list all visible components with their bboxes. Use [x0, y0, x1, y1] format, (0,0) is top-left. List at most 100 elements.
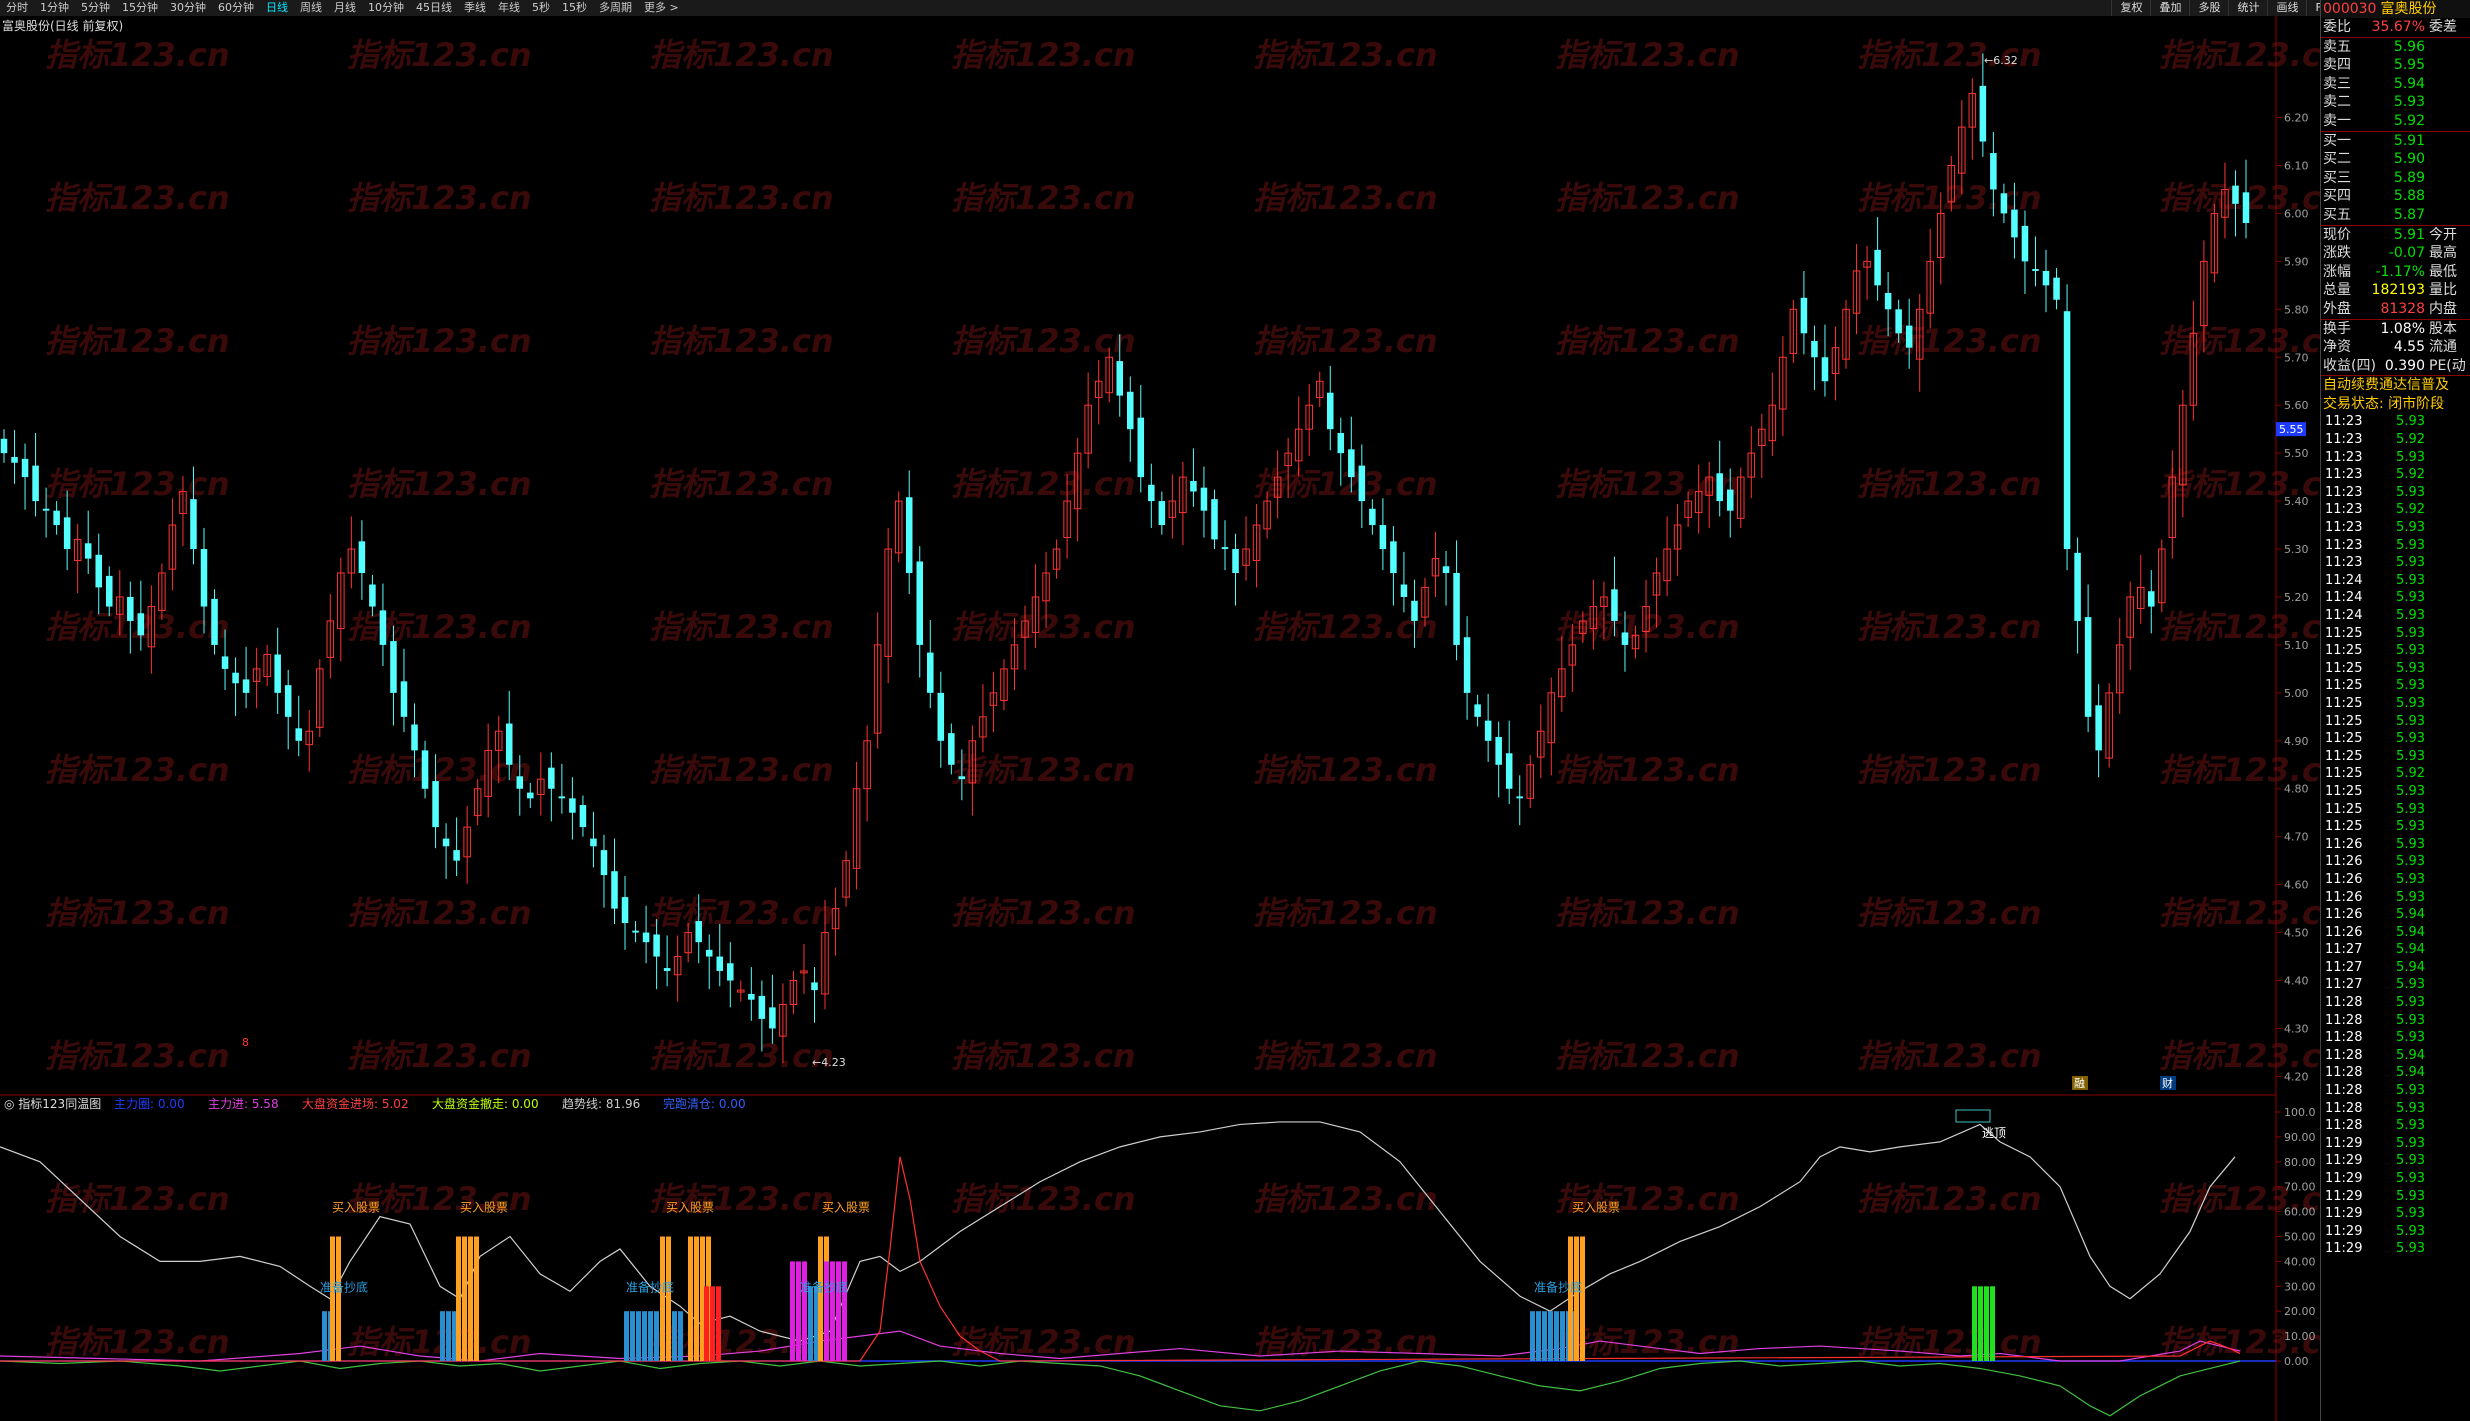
toolbar-button[interactable]: 复权	[2111, 0, 2150, 16]
timeframe-tab[interactable]: 日线	[260, 0, 294, 16]
watermark-text: 指标123.cn	[45, 179, 230, 217]
price-tick-label: 5.10	[2284, 639, 2309, 652]
candle-body-down	[2242, 192, 2250, 224]
tick-row: 11:25 5.93	[2321, 695, 2470, 713]
candle-body-down	[1874, 249, 1881, 286]
watermark-text: 指标123.cn	[1555, 36, 1740, 74]
row-label: 换手	[2323, 320, 2351, 337]
event-marker[interactable]: 财	[2162, 1076, 2173, 1090]
timeframe-tab[interactable]: 5秒	[526, 0, 556, 16]
timeframe-tab[interactable]: 更多 >	[638, 0, 685, 16]
candle-body-down	[527, 792, 534, 799]
timeframe-tab[interactable]: 1分钟	[34, 0, 75, 16]
buy-bar	[660, 1236, 665, 1361]
timeframe-tab[interactable]: 季线	[458, 0, 492, 16]
indicator-name[interactable]: ◎ 指标123同温图	[4, 1096, 101, 1111]
timeframe-tab[interactable]: 15分钟	[116, 0, 164, 16]
candle-body-down	[1800, 297, 1808, 334]
toolbar-button[interactable]: 画线	[2267, 0, 2306, 16]
bid-row: 买三 5.89	[2321, 169, 2470, 188]
watermark-text: 指标123.cn	[1555, 322, 1740, 360]
tick-price: 5.93	[2396, 977, 2425, 993]
tick-row: 11:28 5.93	[2321, 1082, 2470, 1100]
tick-time: 11:23	[2325, 449, 2363, 465]
watermark-text: 指标123.cn	[1253, 1037, 1438, 1075]
tick-price: 5.93	[2396, 1100, 2425, 1116]
escape-bar	[1990, 1286, 1995, 1361]
timeframe-tab[interactable]: 15秒	[556, 0, 593, 16]
timeframe-tab[interactable]: 60分钟	[212, 0, 260, 16]
event-marker[interactable]: 8	[242, 1036, 249, 1049]
timeframe-tab[interactable]: 45日线	[410, 0, 458, 16]
chart-area[interactable]: 指标123.cn 指标123.cn 指标123.cn 指标123.cn 指标123.cn…	[0, 16, 2320, 1421]
event-marker[interactable]: 融	[2074, 1077, 2085, 1090]
tick-time: 11:23	[2325, 467, 2363, 483]
timeframe-tab[interactable]: 分时	[0, 0, 34, 16]
watermark-text: 指标123.cn	[347, 36, 532, 74]
timeframe-tab[interactable]: 多周期	[593, 0, 638, 16]
tick-time: 11:29	[2325, 1171, 2363, 1186]
candle-body-down	[211, 598, 218, 645]
prepare-bar	[1554, 1311, 1559, 1361]
tick-row: 11:28 5.93	[2321, 1012, 2470, 1030]
watermark-text: 指标123.cn	[1253, 322, 1438, 360]
candle-body-down	[579, 805, 587, 828]
tick-time: 11:25	[2325, 713, 2363, 729]
tick-row: 11:25 5.93	[2321, 713, 2470, 731]
buy-signal-label: 买入股票	[822, 1201, 870, 1215]
candle-body-down	[548, 767, 555, 789]
candle-body-down	[2063, 311, 2071, 550]
prepare-bar	[672, 1311, 677, 1361]
candle-body-down	[379, 610, 387, 645]
timeframe-tab[interactable]: 5分钟	[75, 0, 116, 16]
toolbar-button[interactable]: 多股	[2189, 0, 2228, 16]
candle-body-down	[1611, 589, 1618, 621]
tick-row: 11:25 5.93	[2321, 642, 2470, 660]
row-label: 涨跌	[2323, 245, 2351, 262]
ask-row: 卖一 5.92	[2321, 112, 2470, 131]
candle-body-down	[0, 438, 8, 454]
ask-row: 卖三 5.94	[2321, 75, 2470, 94]
row-value: 35.67%	[2371, 19, 2425, 35]
candle-body-down	[748, 993, 755, 1000]
tick-row: 11:25 5.93	[2321, 748, 2470, 766]
candle-body-down	[769, 1007, 776, 1029]
row-label: 买五	[2323, 206, 2351, 223]
tick-time: 11:28	[2325, 1047, 2363, 1063]
row-value: 5.93	[2393, 94, 2425, 111]
watermark-text: 指标123.cn	[45, 751, 230, 789]
stock-code: 000030	[2323, 1, 2377, 17]
top-toolbar: 分时 1分钟 5分钟 15分钟 30分钟 60分钟 日线 周线 月线 10分钟 45日线 季线 年线 5秒…	[0, 0, 2470, 16]
candle-body-down	[1232, 549, 1239, 573]
buy-bar	[694, 1236, 699, 1361]
tick-row: 11:25 5.93	[2321, 801, 2470, 819]
candle-body-down	[2084, 617, 2092, 717]
indicator-tick-label: 50.00	[2284, 1231, 2316, 1244]
timeframe-tab[interactable]: 周线	[294, 0, 328, 16]
fin-row: 换手 1.08% 股本	[2321, 318, 2470, 339]
price-tick-label: 4.60	[2284, 879, 2309, 892]
candle-body-down	[1400, 584, 1408, 597]
escape-bar	[1972, 1286, 1977, 1361]
toolbar-button[interactable]: 叠加	[2150, 0, 2189, 16]
candle-body-down	[653, 934, 660, 957]
timeframe-tab[interactable]: 年线	[492, 0, 526, 16]
prepare-label: 准备抄底	[800, 1279, 848, 1294]
candle-body-down	[232, 672, 239, 684]
toolbar-button[interactable]: 统计	[2228, 0, 2267, 16]
candle-body-down	[1137, 417, 1145, 478]
candle-body-down	[127, 596, 134, 621]
watermark-text: 指标123.cn	[347, 465, 532, 503]
timeframe-tab[interactable]: 30分钟	[164, 0, 212, 16]
timeframe-tab[interactable]: 10分钟	[362, 0, 410, 16]
watermark-text: 指标123.cn	[1857, 322, 2042, 360]
candle-body-down	[558, 796, 566, 799]
tick-price: 5.93	[2396, 854, 2425, 870]
timeframe-tab[interactable]: 月线	[328, 0, 362, 16]
row-value: 0.390	[2384, 357, 2425, 374]
watermark-text: 指标123.cn	[1253, 179, 1438, 217]
watermark-text: 指标123.cn	[347, 1323, 532, 1361]
prepare-bar	[440, 1311, 445, 1361]
prepare-label: 准备抄底	[1534, 1279, 1582, 1294]
tick-price: 5.93	[2396, 660, 2425, 676]
